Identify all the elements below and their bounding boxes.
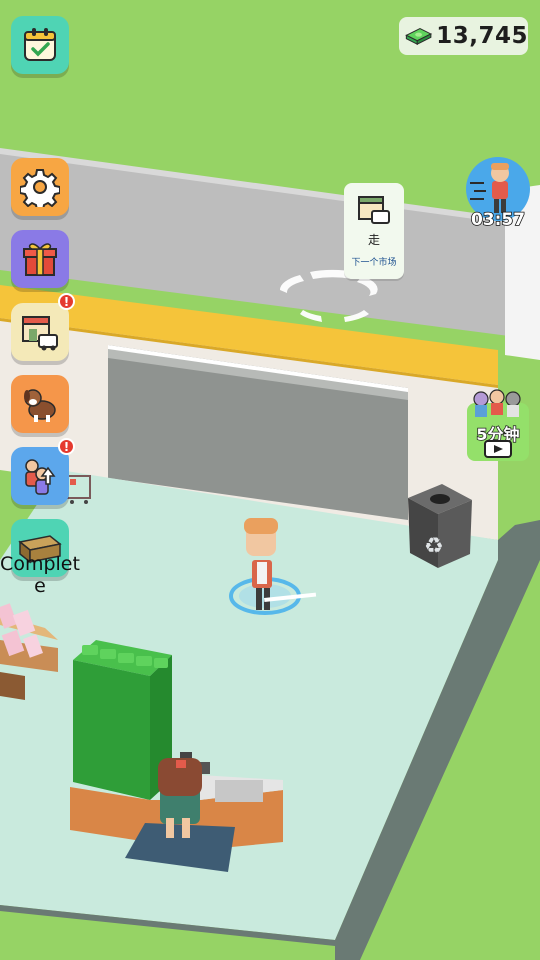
calendar-button[interactable] (11, 16, 69, 74)
shop-alert-badge: ! (58, 293, 75, 310)
gift-icon (23, 243, 57, 276)
timer-text: 03:57 (470, 209, 526, 231)
dog-icon (24, 389, 56, 422)
shop-delivery-button[interactable] (11, 303, 69, 361)
recycle-bin: ♻ (408, 484, 472, 568)
calendar-check-icon (24, 28, 56, 61)
money-display: 13,745 (399, 17, 528, 55)
next-market-sub-label: 下一个市场 (351, 258, 397, 268)
staff-upgrade-icon (25, 459, 56, 495)
gear-icon (20, 169, 60, 207)
recycle-icon: ♻ (424, 534, 444, 559)
play-video-icon (484, 440, 512, 458)
complete-label: Complete (0, 553, 80, 597)
game-scene: ♻ (0, 148, 540, 960)
customers-group-icon (473, 389, 521, 417)
next-market-button[interactable]: 走 下一个市场 (344, 183, 404, 279)
upgrade-alert-badge: ! (58, 438, 75, 455)
settings-button[interactable] (11, 158, 69, 216)
money-amount: 13,745 (436, 23, 528, 49)
next-market-go-label: 走 (367, 233, 380, 247)
next-market-icon (358, 196, 390, 224)
shop-delivery-icon (22, 316, 58, 351)
pet-button[interactable] (11, 375, 69, 433)
gift-button[interactable] (11, 230, 69, 288)
cash-stack-icon (405, 27, 433, 45)
staff-upgrade-button[interactable] (11, 447, 69, 505)
cash-stack (73, 640, 172, 800)
